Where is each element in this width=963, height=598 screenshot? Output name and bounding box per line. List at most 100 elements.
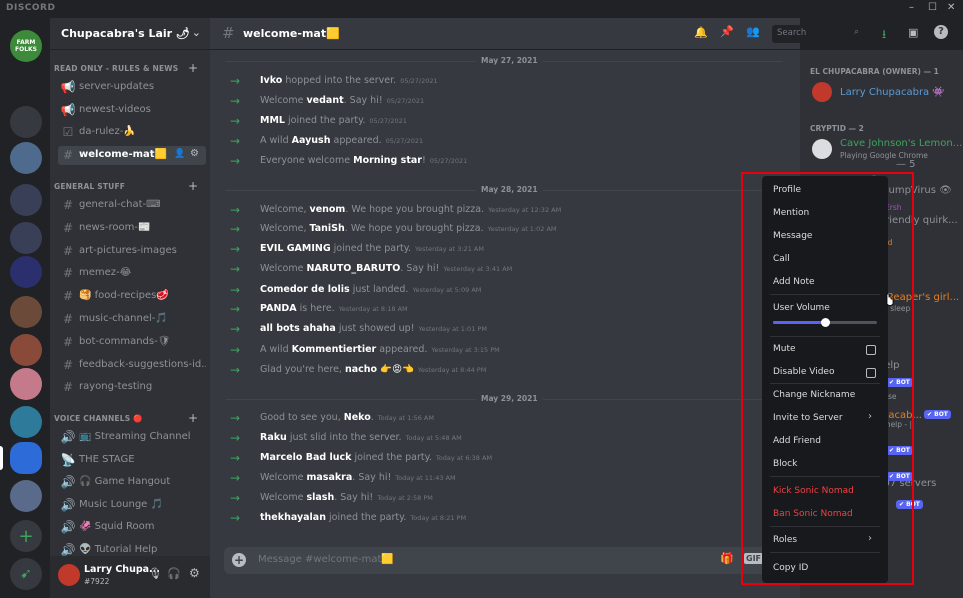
message-username[interactable]: all bots ahaha	[260, 323, 336, 334]
message-suffix: . Say hi!	[352, 472, 392, 483]
message-username[interactable]: TaniSh	[310, 223, 345, 234]
search-input[interactable]: Search ⌕	[772, 25, 868, 43]
channel-voice-2[interactable]: 🔊 🎧 Game Hangout	[58, 473, 206, 492]
channel-read_only-3[interactable]: # welcome-mat🟨 👤 ⚙	[58, 146, 206, 166]
channel-general-6[interactable]: # bot-commands-🛡	[58, 333, 206, 352]
add-channel-icon[interactable]: +	[188, 411, 198, 425]
message-username[interactable]: venom	[310, 204, 346, 215]
server-icon[interactable]	[10, 256, 42, 288]
channel-read_only-1[interactable]: 📢 newest-videos	[58, 101, 206, 120]
explore-icon[interactable]: ➹	[10, 558, 42, 590]
system-message: → A wild Aayush appeared. 05/27/2021	[230, 133, 790, 151]
microphone-icon[interactable]: 🎙	[148, 567, 162, 580]
message-username[interactable]: EVIL GAMING	[260, 243, 331, 254]
server-icon[interactable]	[10, 184, 42, 216]
message-username[interactable]: vedant	[306, 95, 343, 106]
search-icon: ⌕	[854, 27, 860, 37]
message-timestamp: Yesterday at 8:18 AM	[338, 305, 408, 313]
gift-icon[interactable]: 🎁	[720, 552, 734, 565]
guild-header[interactable]: Chupacabra's Lair 🌶 ⌄	[50, 18, 210, 50]
category-voice[interactable]: VOICE CHANNELS 🔴 +	[54, 411, 198, 425]
server-icon[interactable]: FARM FOLKS	[10, 30, 42, 62]
settings-icon[interactable]: ⚙	[189, 566, 200, 580]
message-username[interactable]: Aayush	[292, 135, 331, 146]
channel-label: bot-commands-🛡	[79, 335, 171, 347]
channel-voice-1[interactable]: 📡 THE STAGE	[58, 451, 206, 470]
message-username[interactable]: PANDA	[260, 303, 297, 314]
server-icon[interactable]	[10, 142, 42, 174]
member-name-owner[interactable]: Larry Chupacabra 👾	[840, 87, 945, 98]
message-username[interactable]: nacho 👉😡👈	[345, 364, 414, 375]
message-username[interactable]: masakra	[306, 472, 352, 483]
category-read-only[interactable]: READ ONLY - RULES & NEWS +	[54, 61, 198, 75]
server-icon[interactable]	[10, 296, 42, 328]
message-username[interactable]: Marcelo Bad luck	[260, 452, 351, 463]
channel-general-3[interactable]: # memez-😂	[58, 264, 206, 283]
channel-general-5[interactable]: # music-channel-🎵	[58, 310, 206, 329]
server-icon[interactable]	[10, 442, 42, 474]
channel-label: 🦑 Squid Room	[79, 521, 155, 533]
pin-icon[interactable]: 📌	[720, 25, 734, 38]
download-icon[interactable]: ⭳	[882, 25, 886, 46]
channel-general-0[interactable]: # general-chat-⌨	[58, 196, 206, 215]
message-username[interactable]: Raku	[260, 432, 287, 443]
channel-general-4[interactable]: # 🥞 food-recipes🥩	[58, 287, 206, 306]
add-server-icon[interactable]: +	[10, 520, 42, 552]
channel-voice-3[interactable]: 🔊 Music Lounge 🎵	[58, 496, 206, 515]
system-message: → all bots ahaha just showed up! Yesterday…	[230, 321, 790, 339]
server-icon[interactable]	[10, 74, 42, 106]
channel-voice-4[interactable]: 🔊 🦑 Squid Room	[58, 518, 206, 537]
hash-icon: #	[62, 198, 74, 212]
server-icon[interactable]	[10, 334, 42, 366]
attach-plus-icon[interactable]: +	[232, 553, 246, 567]
join-arrow-icon: →	[230, 302, 241, 316]
date-divider-label: May 29, 2021	[476, 394, 543, 403]
minimize-button[interactable]: –	[909, 2, 914, 13]
help-icon[interactable]: ?	[934, 25, 948, 39]
join-arrow-icon: →	[230, 491, 241, 505]
message-username[interactable]: Comedor de lolis	[260, 284, 350, 295]
add-channel-icon[interactable]: +	[188, 179, 198, 193]
chevron-down-icon[interactable]: ⌄	[192, 26, 201, 39]
member-name-cryptid[interactable]: Cave Johnson's Lemon...	[840, 138, 962, 149]
message-timestamp: Yesterday at 5:09 AM	[412, 286, 482, 294]
channel-general-1[interactable]: # news-room-📰	[58, 219, 206, 238]
server-icon[interactable]	[10, 406, 42, 438]
channel-general-7[interactable]: # feedback-suggestions-id...	[58, 356, 206, 375]
message-username[interactable]: Kommentiertier	[292, 344, 377, 355]
add-member-icon[interactable]: 👤	[174, 149, 185, 159]
message-input[interactable]: + Message #welcome-mat🟨 🎁 GIF	[224, 547, 784, 574]
add-channel-icon[interactable]: +	[188, 61, 198, 75]
close-button[interactable]: ✕	[947, 2, 955, 13]
avatar[interactable]	[58, 564, 80, 586]
gear-icon[interactable]: ⚙	[190, 148, 199, 159]
message-username[interactable]: MML	[260, 115, 285, 126]
server-icon[interactable]	[10, 106, 42, 138]
channel-general-8[interactable]: # rayong-testing	[58, 378, 206, 397]
avatar[interactable]	[812, 82, 832, 102]
channel-read_only-2[interactable]: ☑ da-rulez-🍌	[58, 123, 206, 142]
message-username[interactable]: slash	[306, 492, 334, 503]
channel-voice-0[interactable]: 🔊 📺 Streaming Channel	[58, 428, 206, 447]
headset-icon[interactable]: 🎧	[167, 567, 181, 580]
message-username[interactable]: Neko	[344, 412, 371, 423]
message-username[interactable]: Ivko	[260, 75, 282, 86]
server-icon[interactable]	[10, 222, 42, 254]
message-username[interactable]: Morning star	[353, 155, 422, 166]
server-icon[interactable]	[10, 480, 42, 512]
category-general[interactable]: GENERAL STUFF +	[54, 179, 198, 193]
maximize-button[interactable]: ☐	[928, 2, 937, 13]
server-icon[interactable]	[10, 368, 42, 400]
channel-general-2[interactable]: # art-pictures-images	[58, 242, 206, 261]
hash-icon: #	[62, 148, 74, 163]
message-timestamp: Today at 2:58 PM	[377, 494, 433, 502]
bell-icon[interactable]: 🔔	[694, 26, 708, 39]
avatar[interactable]	[812, 139, 832, 159]
message-username[interactable]: thekhayalan	[260, 512, 326, 523]
member-partial[interactable]: — 5	[896, 159, 916, 170]
inbox-icon[interactable]: ▣	[908, 26, 918, 39]
message-username[interactable]: NARUTO_BARUTO	[306, 263, 400, 274]
channel-read_only-0[interactable]: 📢 server-updates	[58, 78, 206, 97]
members-icon[interactable]: 👥	[746, 25, 760, 38]
channel-label: memez-😂	[79, 267, 132, 279]
